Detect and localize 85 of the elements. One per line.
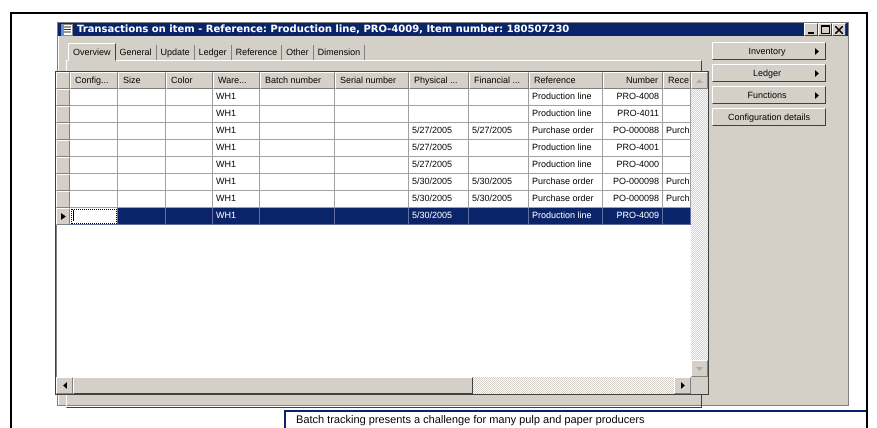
column-header[interactable]: Physical ... [409, 72, 469, 89]
table-cell: Purchase order [532, 125, 594, 135]
table-cell: WH1 [216, 193, 236, 203]
left-arrow-icon [62, 382, 66, 389]
table-cell: Purchase order [532, 193, 594, 203]
table-cell: Purchase order [532, 176, 594, 186]
table-cell: PO-000098 [612, 193, 659, 203]
table-cell: 5/30/2005 [472, 176, 512, 186]
table-cell: Production line [532, 142, 592, 152]
row-selector[interactable] [56, 208, 70, 225]
column-header[interactable]: Financial ... [469, 72, 529, 89]
table-cell: 5/27/2005 [412, 125, 452, 135]
table-cell: Production line [532, 210, 592, 220]
scroll-up-button[interactable] [691, 72, 708, 89]
tab[interactable]: Overview [68, 43, 116, 61]
column-header[interactable]: Size [118, 72, 166, 89]
scroll-left-button[interactable] [56, 377, 73, 394]
close-button[interactable] [832, 23, 846, 36]
column-header[interactable]: Ware... [213, 72, 260, 89]
up-arrow-icon [696, 78, 703, 82]
minimize-button[interactable] [804, 23, 818, 36]
table-cell: PRO-4000 [616, 159, 659, 169]
table-cell: 5/27/2005 [472, 125, 512, 135]
table-cell: WH1 [216, 142, 236, 152]
column-header[interactable]: Rece [663, 72, 691, 89]
table-row[interactable]: WH1 Production line PRO-4008 [56, 89, 691, 106]
horizontal-scrollbar[interactable] [56, 377, 708, 394]
table-cell: WH1 [216, 159, 236, 169]
maximize-button[interactable] [818, 23, 832, 36]
table-cell: WH1 [216, 210, 236, 220]
callout-text: Batch tracking presents a challenge for many pulp and paper producers [296, 414, 645, 427]
action-button[interactable]: Ledger [712, 64, 826, 82]
table-cell: Production line [532, 159, 592, 169]
table-cell: 5/30/2005 [412, 176, 452, 186]
pointer-icon [60, 213, 66, 220]
table-cell: 5/30/2005 [412, 210, 452, 220]
scroll-down-button[interactable] [691, 360, 708, 377]
window-title: Transactions on item - Reference: Production line, PRO-4009, Item number: 180507230 [77, 24, 570, 35]
table-row[interactable]: WH1 5/27/2005 Production line PRO-4001 [56, 140, 691, 157]
table-cell: PO-000088 [612, 125, 659, 135]
table-cell: Purch [666, 125, 690, 135]
maximize-icon [820, 25, 830, 34]
table-row[interactable]: WH1 5/27/2005 5/27/2005 Purchase order PO-000088 Purch [56, 123, 691, 140]
table-cell: Production line [532, 91, 592, 101]
table-cell: WH1 [216, 91, 236, 101]
table-cell: WH1 [216, 108, 236, 118]
action-button[interactable]: Configuration details [712, 108, 826, 126]
table-cell: PRO-4008 [616, 91, 659, 101]
table-cell: Production line [532, 108, 592, 118]
down-arrow-icon [696, 366, 703, 370]
table-cell: WH1 [216, 125, 236, 135]
table-cell: 5/30/2005 [412, 193, 452, 203]
submenu-arrow-icon [815, 48, 819, 54]
table-cell: Purch [666, 176, 690, 186]
submenu-arrow-icon [815, 92, 819, 98]
table-cell: 5/27/2005 [412, 142, 452, 152]
column-header[interactable]: Reference [529, 72, 603, 89]
column-header[interactable]: Serial number [335, 72, 409, 89]
vertical-scrollbar[interactable] [691, 72, 708, 377]
submenu-arrow-icon [815, 70, 819, 76]
table-row[interactable]: WH1 5/30/2005 Production line PRO-4009 [56, 208, 691, 225]
table-cell: 5/27/2005 [412, 159, 452, 169]
table-row[interactable]: WH1 Production line PRO-4011 [56, 106, 691, 123]
table-cell: PRO-4009 [616, 210, 659, 220]
column-header[interactable]: Batch number [260, 72, 335, 89]
table-row[interactable]: WH1 5/27/2005 Production line PRO-4000 [56, 157, 691, 174]
right-arrow-icon [680, 382, 684, 389]
table-cell: PRO-4001 [616, 142, 659, 152]
action-button[interactable]: Functions [712, 86, 826, 104]
table-cell: 5/30/2005 [472, 193, 512, 203]
table-cell: PRO-4011 [617, 108, 659, 118]
table-cell: WH1 [216, 176, 236, 186]
table-cell: PO-000098 [612, 176, 659, 186]
column-header[interactable]: Number [603, 72, 663, 89]
minimize-icon [808, 32, 814, 34]
action-button[interactable]: Inventory [712, 42, 826, 60]
table-cell: Purch [666, 193, 690, 203]
column-header[interactable]: Color [166, 72, 213, 89]
scroll-thumb[interactable] [73, 377, 473, 394]
text-cursor [73, 210, 74, 222]
scroll-right-button[interactable] [674, 377, 691, 394]
column-header[interactable]: Config... [70, 72, 118, 89]
table-row[interactable]: WH1 5/30/2005 5/30/2005 Purchase order PO-000098 Purch [56, 174, 691, 191]
close-icon [835, 26, 843, 34]
scrollbar-corner [691, 377, 708, 394]
